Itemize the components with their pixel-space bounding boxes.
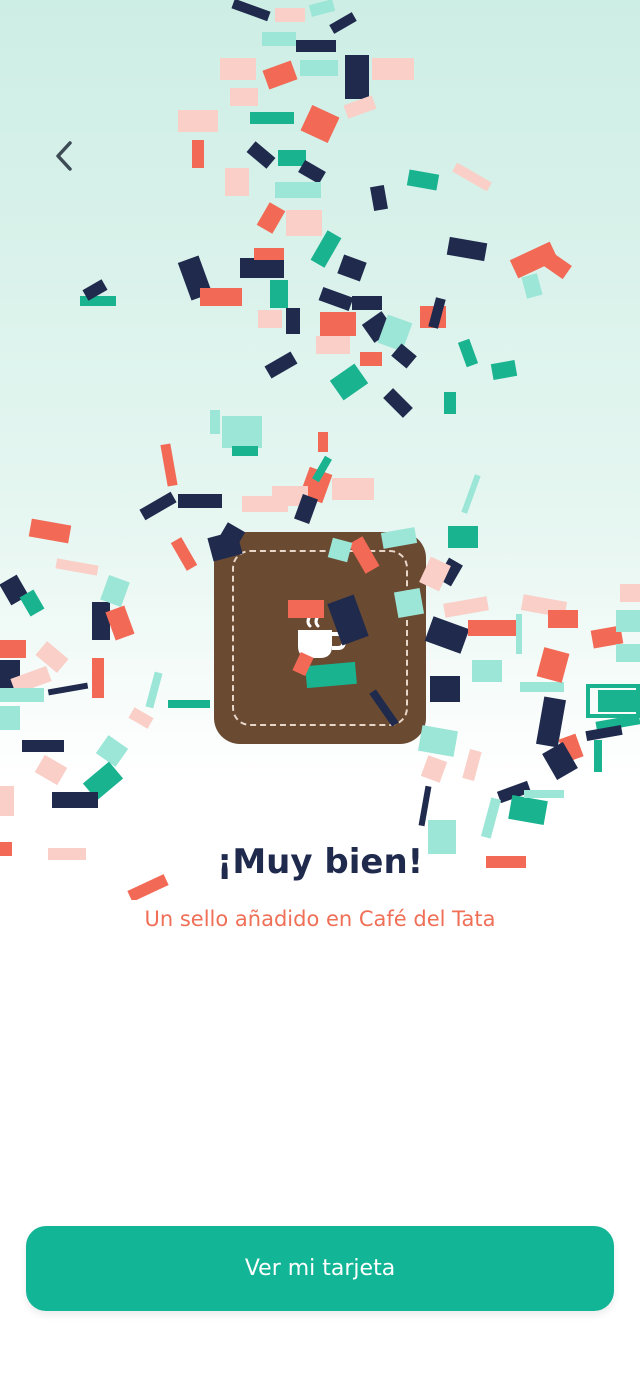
success-subtitle: Un sello añadido en Café del Tata: [144, 907, 496, 931]
coffee-cup-icon: [298, 614, 347, 658]
chevron-left-icon: [56, 141, 72, 171]
back-button[interactable]: [42, 134, 86, 178]
success-title: ¡Muy bien!: [216, 842, 424, 882]
view-card-button[interactable]: Ver mi tarjeta: [26, 1226, 614, 1311]
confetti-animation: [0, 0, 640, 900]
stamp-card: [214, 532, 426, 744]
